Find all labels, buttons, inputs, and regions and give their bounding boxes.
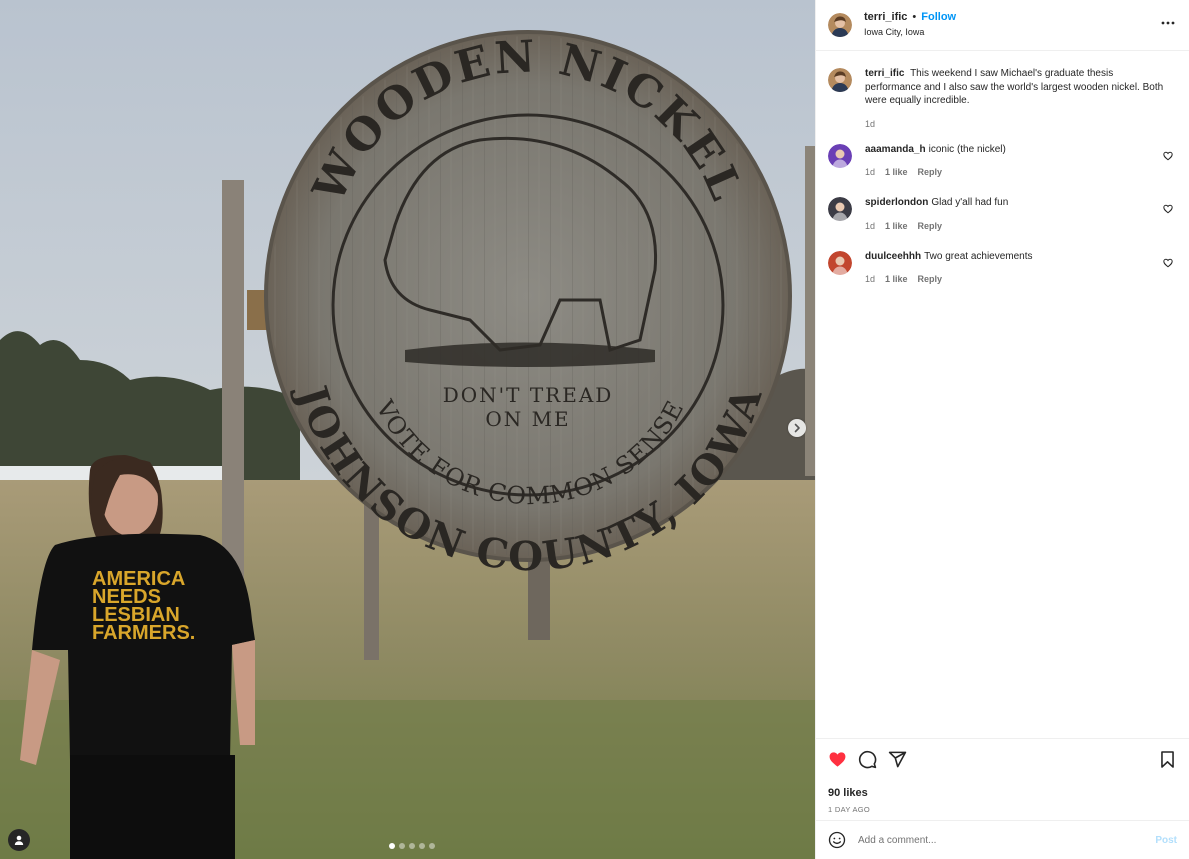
comment-username[interactable]: duulceehhh <box>865 251 921 262</box>
post-header: terri_ific • Follow Iowa City, Iowa <box>816 0 1189 51</box>
comment-text: Two great achievements <box>924 250 1033 262</box>
post-sidebar: terri_ific • Follow Iowa City, Iowa terr… <box>815 0 1189 859</box>
carousel-dot <box>409 843 415 849</box>
comment-username[interactable]: spiderlondon <box>865 197 928 208</box>
reply-button[interactable]: Reply <box>918 167 943 177</box>
like-comment-heart-icon[interactable] <box>1163 204 1173 214</box>
carousel-dot <box>399 843 405 849</box>
post-actions: 90 likes 1 DAY AGO <box>816 738 1189 820</box>
author-avatar[interactable] <box>828 13 852 37</box>
reply-button[interactable]: Reply <box>918 274 943 284</box>
caption-time[interactable]: 1d <box>865 119 875 129</box>
caption-username[interactable]: terri_ific <box>865 68 904 79</box>
comment-like-count[interactable]: 1 like <box>885 274 908 284</box>
post-dialog: WOODEN NICKEL JOHNSON COUNTY, IOWA DON'T… <box>0 0 1189 859</box>
post-timestamp[interactable]: 1 DAY AGO <box>828 805 1177 814</box>
caption-avatar[interactable] <box>828 68 852 92</box>
carousel-indicator <box>389 843 435 849</box>
emoji-icon[interactable] <box>828 831 846 849</box>
more-horizontal-icon[interactable] <box>1161 16 1175 30</box>
comment-text: iconic (the nickel) <box>928 143 1006 155</box>
like-comment-heart-icon[interactable] <box>1163 258 1173 268</box>
tagged-users-button[interactable] <box>8 829 30 851</box>
comment-list: aaamanda_h iconic (the nickel) 1d 1 like Rep… <box>828 143 1177 284</box>
comment-item: aaamanda_h iconic (the nickel) 1d 1 like Rep… <box>828 143 1177 177</box>
sign-text-motto-1: DON'T TREAD <box>443 383 614 407</box>
comment-item: duulceehhh Two great achievements 1d 1 like… <box>828 250 1177 284</box>
comment-input[interactable] <box>858 834 1156 846</box>
carousel-dot <box>389 843 395 849</box>
heart-filled-icon[interactable] <box>828 750 847 769</box>
comment-username[interactable]: aaamanda_h <box>865 144 926 155</box>
bookmark-icon[interactable] <box>1158 750 1177 769</box>
wooden-post-right <box>805 146 815 476</box>
chevron-right-icon <box>794 423 800 433</box>
post-media: WOODEN NICKEL JOHNSON COUNTY, IOWA DON'T… <box>0 0 815 859</box>
comment-like-count[interactable]: 1 like <box>885 167 908 177</box>
comment-like-count[interactable]: 1 like <box>885 221 908 231</box>
commenter-avatar[interactable] <box>828 197 852 221</box>
post-photo: WOODEN NICKEL JOHNSON COUNTY, IOWA DON'T… <box>0 0 815 859</box>
comment-icon[interactable] <box>858 750 877 769</box>
carousel-dot <box>419 843 425 849</box>
sign-text-motto-2: ON ME <box>485 407 570 431</box>
user-icon <box>14 835 24 845</box>
like-count[interactable]: 90 likes <box>828 787 1177 799</box>
comment-time[interactable]: 1d <box>865 167 875 177</box>
commenter-avatar[interactable] <box>828 250 852 275</box>
comment-time[interactable]: 1d <box>865 221 875 231</box>
post-location[interactable]: Iowa City, Iowa <box>864 25 956 40</box>
shirt-text-line-4: FARMERS. <box>92 622 195 644</box>
commenter-avatar[interactable] <box>828 143 852 168</box>
author-username[interactable]: terri_ific <box>864 10 907 25</box>
carousel-next-button[interactable] <box>788 419 806 437</box>
comment-item: spiderlondon Glad y'all had fun 1d 1 like Re… <box>828 196 1177 231</box>
caption-text: This weekend I saw Michael's graduate th… <box>865 68 1164 106</box>
reply-button[interactable]: Reply <box>918 221 943 231</box>
comment-time[interactable]: 1d <box>865 274 875 284</box>
like-comment-heart-icon[interactable] <box>1163 151 1173 161</box>
post-comment-button[interactable]: Post <box>1155 835 1177 846</box>
comment-text: Glad y'all had fun <box>931 197 1009 208</box>
share-icon[interactable] <box>888 750 907 769</box>
comment-composer: Post <box>816 820 1189 859</box>
comments-section: terri_ific This weekend I saw Michael's … <box>816 51 1189 738</box>
carousel-dot <box>429 843 435 849</box>
follow-button[interactable]: Follow <box>921 10 956 25</box>
post-caption: terri_ific This weekend I saw Michael's … <box>828 67 1177 129</box>
header-separator: • <box>912 11 917 23</box>
